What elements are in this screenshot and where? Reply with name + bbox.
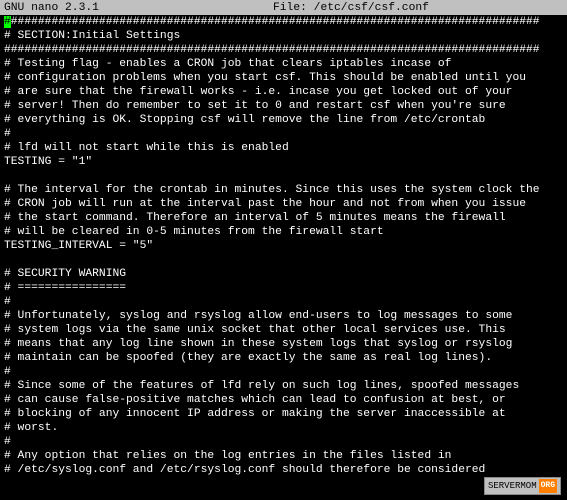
editor-line: # system logs via the same unix socket t… xyxy=(4,323,563,337)
editor-line: # means that any log line shown in these… xyxy=(4,337,563,351)
editor-line: # Any option that relies on the log entr… xyxy=(4,449,563,463)
editor-line: ########################################… xyxy=(4,43,563,57)
editor-line: # xyxy=(4,127,563,141)
editor-line: TESTING_INTERVAL = "5" xyxy=(4,239,563,253)
editor-line: # blocking of any innocent IP address or… xyxy=(4,407,563,421)
app-name: GNU nano 2.3.1 xyxy=(4,1,99,15)
editor-line: # everything is OK. Stopping csf will re… xyxy=(4,113,563,127)
editor-line: # the start command. Therefore an interv… xyxy=(4,211,563,225)
editor-line: # worst. xyxy=(4,421,563,435)
editor-line: # /etc/syslog.conf and /etc/rsyslog.conf… xyxy=(4,463,563,477)
editor-line: # Unfortunately, syslog and rsyslog allo… xyxy=(4,309,563,323)
editor-line: # maintain can be spoofed (they are exac… xyxy=(4,351,563,365)
editor-line: # will be cleared in 0-5 minutes from th… xyxy=(4,225,563,239)
file-indicator: File: /etc/csf/csf.conf xyxy=(99,1,563,15)
editor-line: # configuration problems when you start … xyxy=(4,71,563,85)
editor-line: # xyxy=(4,295,563,309)
editor-line: # CRON job will run at the interval past… xyxy=(4,197,563,211)
editor-line: # are sure that the firewall works - i.e… xyxy=(4,85,563,99)
editor-line: # can cause false-positive matches which… xyxy=(4,393,563,407)
editor-line xyxy=(4,169,563,183)
editor-line: # xyxy=(4,435,563,449)
editor-line: ########################################… xyxy=(4,15,563,29)
editor-line: # SECTION:Initial Settings xyxy=(4,29,563,43)
editor-line: # Since some of the features of lfd rely… xyxy=(4,379,563,393)
editor-line: # server! Then do remember to set it to … xyxy=(4,99,563,113)
editor-line: # ================ xyxy=(4,281,563,295)
editor-line: # SECURITY WARNING xyxy=(4,267,563,281)
editor-line xyxy=(4,253,563,267)
editor-line: # The interval for the crontab in minute… xyxy=(4,183,563,197)
title-bar: GNU nano 2.3.1 File: /etc/csf/csf.conf xyxy=(0,0,567,15)
editor-content[interactable]: ########################################… xyxy=(0,15,567,477)
editor-line: # lfd will not start while this is enabl… xyxy=(4,141,563,155)
editor-line: # Testing flag - enables a CRON job that… xyxy=(4,57,563,71)
editor-line: # xyxy=(4,365,563,379)
editor-line: TESTING = "1" xyxy=(4,155,563,169)
cursor: # xyxy=(4,16,11,28)
watermark-badge: SERVERMOMORG xyxy=(484,477,561,495)
